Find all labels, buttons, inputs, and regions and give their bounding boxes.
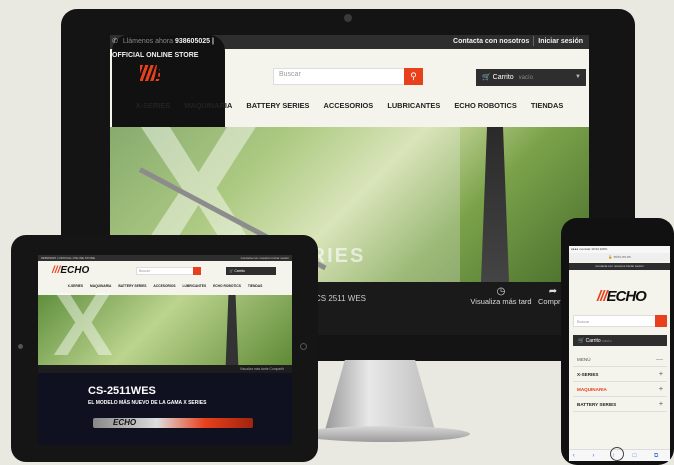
phone-menu-item-x-series[interactable]: X-SERIES + [573,367,667,382]
watch-later-button[interactable]: ◷ Visualiza más tard [466,286,536,306]
hero-person [481,127,509,282]
tablet-cart-label: Carrito [234,269,245,273]
search-icon: ⚲ [410,71,417,81]
tablet-search-input[interactable]: Buscar [136,267,201,275]
plus-icon: + [658,371,663,378]
phone-menu-header[interactable]: MENÚ — [573,352,667,367]
search-input[interactable]: Buscar ⚲ [273,68,423,85]
cart-icon: 🛒 [482,74,491,81]
cart-label: Carrito [492,74,514,81]
phone-cart-status: vacío [602,338,612,343]
phone-cart-icon: 🛒 [578,338,585,344]
tablet-product-subtitle: EL MODELO MÁS NUEVO DE LA GAMA X SERIES [88,400,207,406]
phone-menu-label: MENÚ [577,357,591,362]
contact-link[interactable]: Contacta con nosotros [449,38,533,45]
echo-logo[interactable]: ECHO [140,62,232,84]
nav-item-tiendas[interactable]: TIENDAS [531,101,563,110]
phone-device: ●●●● movistar 10:34 100% 🔒 echo-es.es Co… [561,218,674,465]
main-nav: X-SERIES MAQUINARIA BATTERY SERIES ACCES… [110,101,589,110]
phone-cart-label: Carrito [585,338,601,344]
phone-top-bar[interactable]: Contacta con nosotros Iniciar sesión [569,263,670,270]
tablet-nav-item[interactable]: TIENDAS [248,284,262,288]
phone-menu-label: X-SERIES [577,372,599,377]
camera-dot [344,14,352,22]
cart-button[interactable]: 🛒 Carrito vacío ▼ [476,69,586,86]
nav-item-accesorios[interactable]: ACCESORIOS [324,101,374,110]
tablet-nav-item[interactable]: LUBRICANTES [183,284,207,288]
tablet-screen: 938605025 | OFFICIAL ONLINE STORE Contac… [38,255,292,445]
monitor-stand-neck [325,360,435,430]
chevron-down-icon: ▼ [575,74,581,80]
tablet-video-strip: Visualiza más tarde Compartir [38,365,292,373]
nav-item-x-series[interactable]: X-SERIES [136,101,171,110]
phone-home-button[interactable] [610,447,624,461]
phone-logo-stripes: /// [597,288,607,305]
tablet-search-placeholder: Buscar [139,269,150,273]
tablet-strip-actions[interactable]: Visualiza más tarde Compartir [240,365,284,373]
phone-icon: ✆ [112,38,118,45]
phone-menu-label: MAQUINARIA [577,387,607,392]
phone-status-bar: ●●●● movistar 10:34 100% [569,246,670,253]
plus-icon: + [658,401,663,408]
search-button[interactable]: ⚲ [404,68,423,85]
monitor-stand-base [300,426,470,442]
minus-icon: — [656,356,663,363]
nav-item-maquinaria[interactable]: MAQUINARIA [184,101,232,110]
tablet-nav-item[interactable]: ECHO ROBOTICS [213,284,241,288]
tablet-nav-item[interactable]: ACCESORIOS [153,284,175,288]
model-name: CS 2511 WES [315,294,366,303]
nav-item-echo-robotics[interactable]: ECHO ROBOTICS [454,101,516,110]
tablet-device: 938605025 | OFFICIAL ONLINE STORE Contac… [11,235,318,462]
phone-echo-logo[interactable]: ///ECHO [597,288,647,305]
tablet-topbar-text: 938605025 | OFFICIAL ONLINE STORE [41,256,95,260]
phone-logo-text: ECHO [606,288,647,305]
tablet-hero-x: X [53,275,114,375]
trimmer-logo: ECHO [113,418,137,427]
nav-item-battery-series[interactable]: BATTERY SERIES [246,101,309,110]
phone-menu-label: BATTERY SERIES [577,402,617,407]
phone-url: echo-es.es [613,255,631,259]
tablet-product-section: CS-2511WES EL MODELO MÁS NUEVO DE LA GAM… [38,373,292,445]
top-links: Contacta con nosotros Iniciar sesión [449,35,587,49]
share-label: Compr [538,297,561,306]
phone-menu-item-maquinaria[interactable]: MAQUINARIA + [573,382,667,397]
tablet-top-bar: 938605025 | OFFICIAL ONLINE STORE Contac… [38,255,292,261]
phone-number: 938605025 [174,38,211,45]
phone-search-input[interactable]: Buscar [573,315,667,327]
clock-icon: ◷ [496,286,506,297]
phone-search-placeholder: Buscar [577,319,590,324]
phone-url-bar[interactable]: 🔒 echo-es.es [569,253,670,261]
lock-icon: 🔒 [608,255,613,259]
top-bar: ✆ Llámenos ahora 938605025 | OFFICIAL ON… [110,35,589,282]
tablet-hero-person [225,295,239,365]
phone-cart-button[interactable]: 🛒 Carrito vacío [573,335,667,346]
tablet-cart-button[interactable]: 🛒 Carrito [226,267,276,275]
tablet-camera [18,344,23,349]
phone-menu-item-battery-series[interactable]: BATTERY SERIES + [573,397,667,412]
phone-menu: MENÚ — X-SERIES + MAQUINARIA + BATTERY SERI… [573,352,667,412]
tablet-cart-icon: 🛒 [229,269,234,273]
login-link[interactable]: Iniciar sesión [534,38,587,45]
tablet-topbar-links[interactable]: Contacta con nosotros Iniciar sesión [241,255,289,261]
tablet-hero[interactable]: X [38,280,292,370]
cart-status: vacío [518,75,533,81]
tablet-search-button[interactable] [193,267,201,275]
tablet-nav-item[interactable]: BATTERY SERIES [118,284,146,288]
tablet-product-title: CS-2511WES [88,385,156,397]
search-placeholder: Buscar [279,71,301,78]
watch-later-label: Visualiza más tard [470,297,532,306]
phone-label: Llámenos ahora [122,38,174,45]
phone-search-button[interactable] [655,315,667,327]
phone-screen: ●●●● movistar 10:34 100% 🔒 echo-es.es Co… [569,246,670,461]
nav-item-lubricantes[interactable]: LUBRICANTES [387,101,440,110]
plus-icon: + [658,386,663,393]
tablet-home-button[interactable] [300,343,307,350]
logo-text: ECHO [154,61,212,84]
